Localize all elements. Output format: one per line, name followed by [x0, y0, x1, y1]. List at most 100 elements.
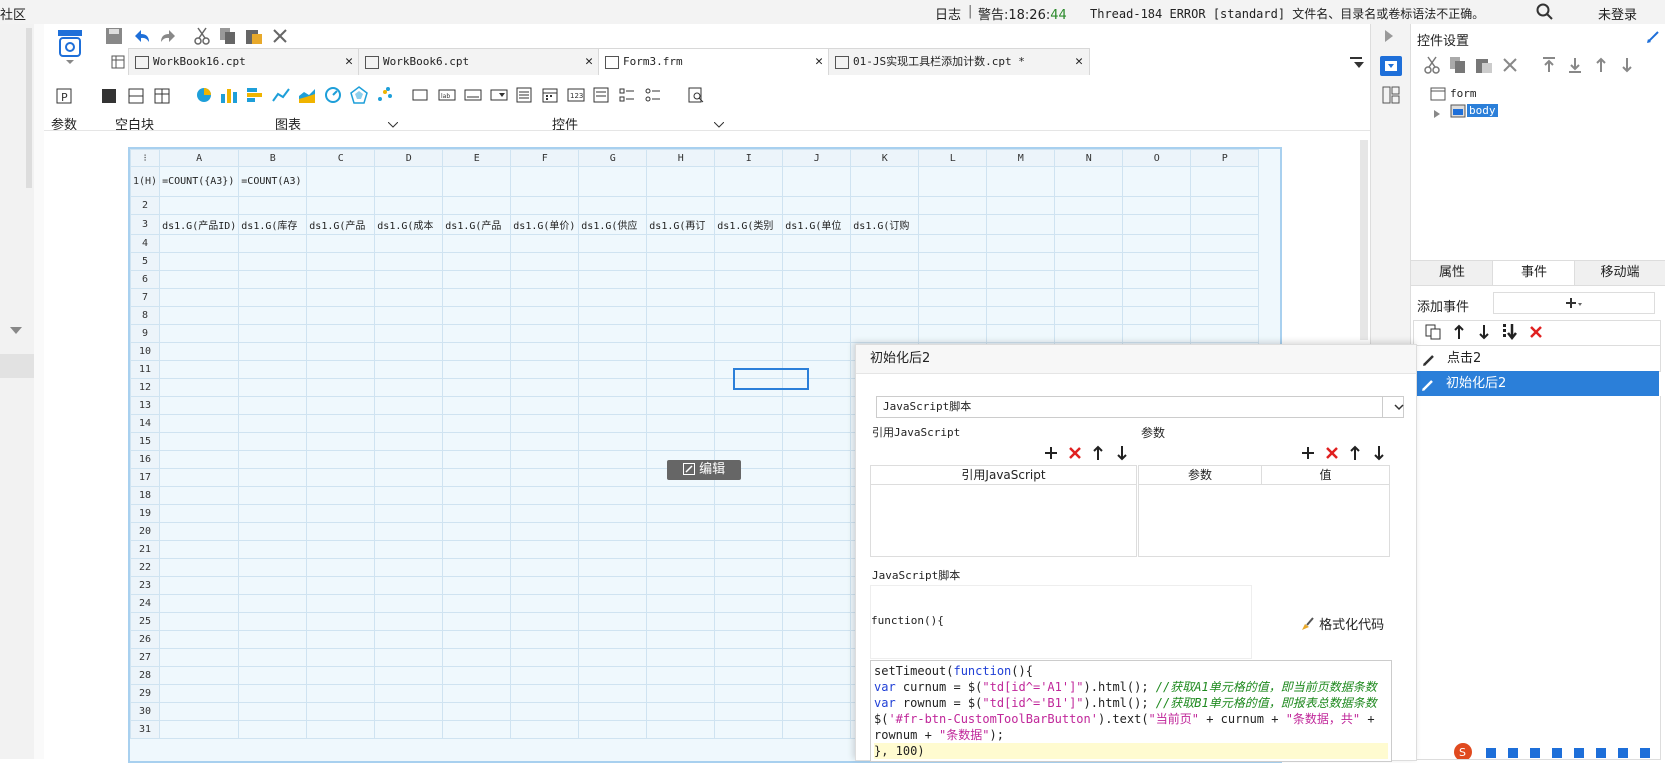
new-template-icon[interactable]: [111, 55, 125, 72]
sheet-cell[interactable]: [159, 648, 240, 667]
sheet-cell[interactable]: [918, 270, 988, 289]
sheet-cell[interactable]: [918, 252, 988, 271]
sheet-cell[interactable]: [374, 166, 444, 197]
sheet-cell[interactable]: [782, 234, 852, 253]
sheet-cell[interactable]: [374, 324, 444, 343]
sheet-cell[interactable]: ds1.G(成本: [374, 214, 444, 235]
row-header[interactable]: 7: [130, 288, 161, 307]
sheet-cell[interactable]: [782, 612, 852, 631]
sheet-cell[interactable]: [306, 288, 376, 307]
sheet-cell[interactable]: [578, 720, 648, 739]
sheet-cell[interactable]: [306, 612, 376, 631]
sheet-cell[interactable]: ds1.G(再订: [646, 214, 716, 235]
sheet-cell[interactable]: [306, 468, 376, 487]
column-header[interactable]: K: [850, 149, 920, 167]
sheet-cell[interactable]: [442, 468, 512, 487]
row-header[interactable]: 4: [130, 234, 161, 253]
sheet-cell[interactable]: [714, 342, 784, 361]
layout-icon[interactable]: [1382, 86, 1400, 107]
date-widget-icon[interactable]: [542, 87, 558, 106]
sheet-cell[interactable]: [918, 234, 988, 253]
sheet-cell[interactable]: [918, 166, 988, 197]
sheet-cell[interactable]: [918, 306, 988, 325]
left-splitter[interactable]: [34, 24, 44, 759]
dropdown-widget-icon[interactable]: [490, 89, 508, 104]
sheet-cell[interactable]: [782, 432, 852, 451]
close-icon[interactable]: ✕: [815, 49, 823, 75]
sheet-cell[interactable]: [646, 432, 716, 451]
expand-triangle-icon[interactable]: [1434, 107, 1440, 121]
sheet-cell[interactable]: [306, 324, 376, 343]
sheet-cell[interactable]: [578, 666, 648, 685]
sheet-cell[interactable]: [159, 450, 240, 469]
tab-properties[interactable]: 属性: [1410, 260, 1494, 286]
row-header[interactable]: 28: [130, 666, 161, 685]
edit-button[interactable]: 编辑: [667, 460, 741, 480]
sheet-cell[interactable]: [306, 684, 376, 703]
delete-icon[interactable]: [272, 28, 288, 47]
sheet-cell[interactable]: [510, 288, 580, 307]
column-header[interactable]: I: [714, 149, 784, 167]
sheet-cell[interactable]: [986, 252, 1056, 271]
text-widget-icon[interactable]: [464, 89, 482, 104]
row-header[interactable]: 8: [130, 306, 161, 325]
sheet-cell[interactable]: [159, 378, 240, 397]
sheet-cell[interactable]: [578, 306, 648, 325]
sheet-cell[interactable]: [238, 396, 308, 415]
sheet-cell[interactable]: [374, 540, 444, 559]
sheet-cell[interactable]: [442, 196, 512, 215]
sheet-cell[interactable]: [714, 666, 784, 685]
delete-icon[interactable]: [1502, 57, 1518, 76]
tab-form3[interactable]: Form3.frm ✕: [598, 48, 830, 75]
sheet-cell[interactable]: [646, 558, 716, 577]
column-header[interactable]: N: [1054, 149, 1124, 167]
row-header[interactable]: 19: [130, 504, 161, 523]
sheet-cell[interactable]: [850, 252, 920, 271]
sheet-cell[interactable]: [1054, 166, 1124, 197]
chevron-down-icon[interactable]: [1382, 397, 1404, 417]
sheet-cell[interactable]: [782, 486, 852, 505]
move-down-icon[interactable]: [1116, 445, 1128, 464]
sheet-cell[interactable]: [442, 576, 512, 595]
sheet-cell[interactable]: [374, 196, 444, 215]
sheet-cell[interactable]: [782, 720, 852, 739]
sheet-cell[interactable]: [578, 450, 648, 469]
sheet-cell[interactable]: [646, 684, 716, 703]
sheet-cell[interactable]: [159, 486, 240, 505]
sheet-cell[interactable]: [159, 666, 240, 685]
event-item-after-init[interactable]: 初始化后2: [1413, 371, 1659, 396]
sheet-cell[interactable]: ds1.G(单位: [782, 214, 852, 235]
sheet-cell[interactable]: [578, 630, 648, 649]
row-header[interactable]: 26: [130, 630, 161, 649]
sheet-cell[interactable]: [374, 342, 444, 361]
sheet-cell[interactable]: [850, 234, 920, 253]
row-header[interactable]: 14: [130, 414, 161, 433]
row-header[interactable]: 3: [130, 214, 161, 235]
sheet-cell[interactable]: [646, 666, 716, 685]
sheet-cell[interactable]: [1190, 196, 1260, 215]
row-header[interactable]: 1(H): [130, 166, 161, 197]
ref-js-table[interactable]: 引用JavaScript: [870, 465, 1137, 557]
sheet-cell[interactable]: [510, 414, 580, 433]
move-bottom-icon[interactable]: [1502, 323, 1518, 344]
sheet-cell[interactable]: [238, 360, 308, 379]
sheet-cell[interactable]: [646, 324, 716, 343]
paste-icon[interactable]: [1475, 56, 1493, 77]
sheet-cell[interactable]: [714, 288, 784, 307]
row-header[interactable]: 9: [130, 324, 161, 343]
sheet-cell[interactable]: [578, 522, 648, 541]
sheet-cell[interactable]: [646, 504, 716, 523]
sheet-cell[interactable]: [442, 594, 512, 613]
gauge-chart-icon[interactable]: [324, 86, 342, 107]
sheet-cell[interactable]: [238, 558, 308, 577]
sheet-cell[interactable]: [510, 468, 580, 487]
widget-settings-icon[interactable]: [1380, 56, 1402, 76]
sheet-cell[interactable]: [238, 684, 308, 703]
sheet-cell[interactable]: [374, 306, 444, 325]
sheet-cell[interactable]: [1054, 270, 1124, 289]
chevron-down-icon[interactable]: [387, 117, 399, 131]
sheet-cell[interactable]: [238, 252, 308, 271]
sheet-cell[interactable]: [159, 594, 240, 613]
sheet-cell[interactable]: [646, 414, 716, 433]
sheet-cell[interactable]: [986, 324, 1056, 343]
